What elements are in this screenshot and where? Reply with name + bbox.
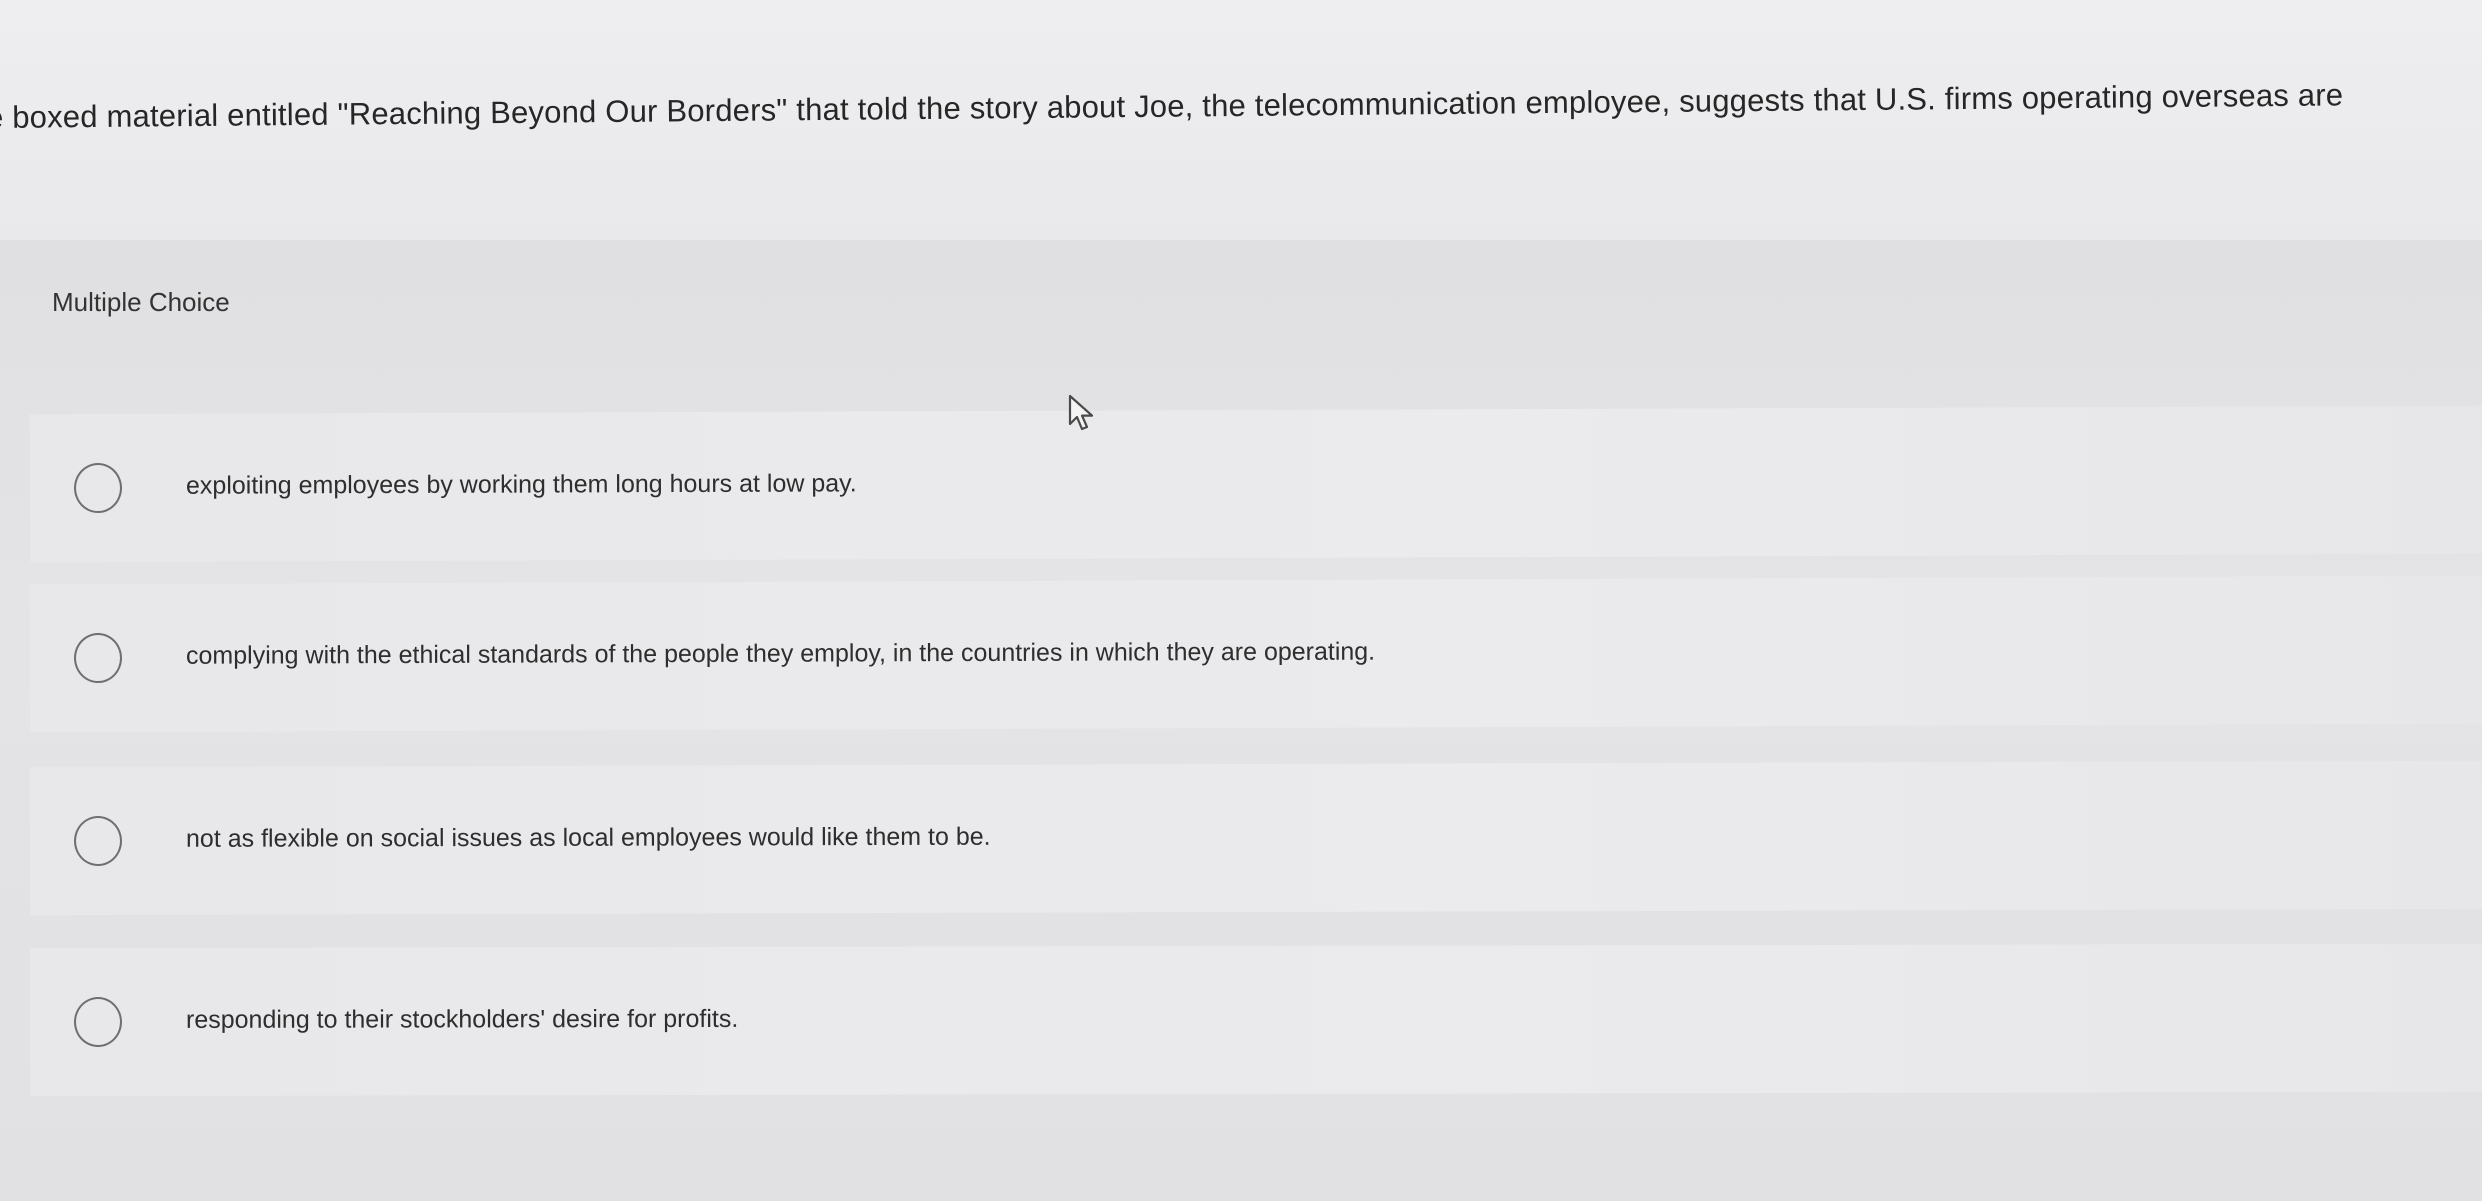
choice-label: responding to their stockholders' desire… xyxy=(185,1004,739,1034)
choice-option-1[interactable]: exploiting employees by working them lon… xyxy=(29,405,2482,563)
quiz-page: e boxed material entitled "Reaching Beyo… xyxy=(0,0,2482,1201)
choice-label: exploiting employees by working them lon… xyxy=(185,469,857,500)
question-text: e boxed material entitled "Reaching Beyo… xyxy=(0,77,2344,135)
radio-button-icon[interactable] xyxy=(73,632,123,684)
question-type-label: Multiple Choice xyxy=(52,287,230,317)
choice-option-4[interactable]: responding to their stockholders' desire… xyxy=(29,943,2482,1097)
radio-button-icon[interactable] xyxy=(73,815,123,867)
radio-button-icon[interactable] xyxy=(73,462,123,514)
choice-option-2[interactable]: complying with the ethical standards of … xyxy=(29,575,2482,733)
mouse-pointer-icon xyxy=(1068,394,1094,431)
question-area: e boxed material entitled "Reaching Beyo… xyxy=(0,0,2482,240)
radio-button-icon[interactable] xyxy=(73,996,123,1048)
choice-label: complying with the ethical standards of … xyxy=(185,637,1376,670)
choice-label: not as flexible on social issues as loca… xyxy=(185,822,991,853)
choice-option-3[interactable]: not as flexible on social issues as loca… xyxy=(29,760,2482,916)
